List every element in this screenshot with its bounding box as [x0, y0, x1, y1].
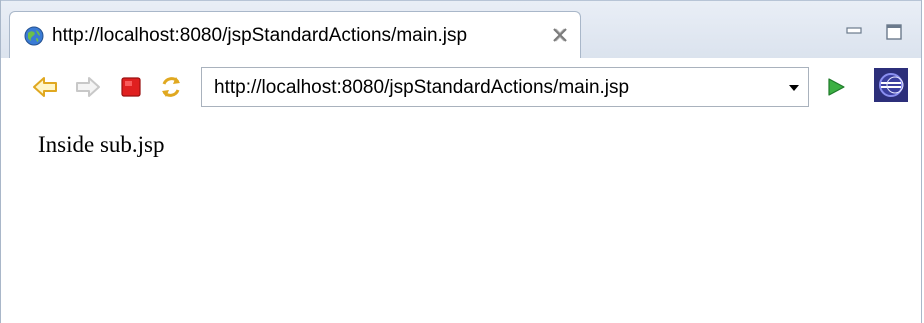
- browser-toolbar: http://localhost:8080/jspStandardActions…: [1, 58, 921, 116]
- chevron-down-icon[interactable]: [788, 83, 800, 93]
- globe-icon: [24, 26, 44, 46]
- tab-title: http://localhost:8080/jspStandardActions…: [52, 25, 468, 46]
- maximize-icon[interactable]: [885, 23, 903, 41]
- go-icon[interactable]: [825, 76, 847, 98]
- address-bar-url[interactable]: http://localhost:8080/jspStandardActions…: [214, 77, 629, 99]
- refresh-icon[interactable]: [158, 74, 184, 100]
- tab-strip: http://localhost:8080/jspStandardActions…: [1, 0, 921, 59]
- page-body-text: Inside sub.jsp: [38, 132, 165, 157]
- minimize-icon[interactable]: [846, 25, 862, 37]
- eclipse-icon[interactable]: [874, 68, 908, 102]
- back-arrow-icon[interactable]: [32, 74, 58, 100]
- close-icon[interactable]: [550, 25, 570, 45]
- stop-icon[interactable]: [118, 74, 144, 100]
- page-content: Inside sub.jsp: [1, 116, 921, 323]
- address-bar[interactable]: http://localhost:8080/jspStandardActions…: [201, 67, 809, 107]
- browser-window: http://localhost:8080/jspStandardActions…: [0, 0, 922, 323]
- tab-main-jsp[interactable]: http://localhost:8080/jspStandardActions…: [9, 11, 581, 59]
- forward-arrow-icon[interactable]: [75, 74, 101, 100]
